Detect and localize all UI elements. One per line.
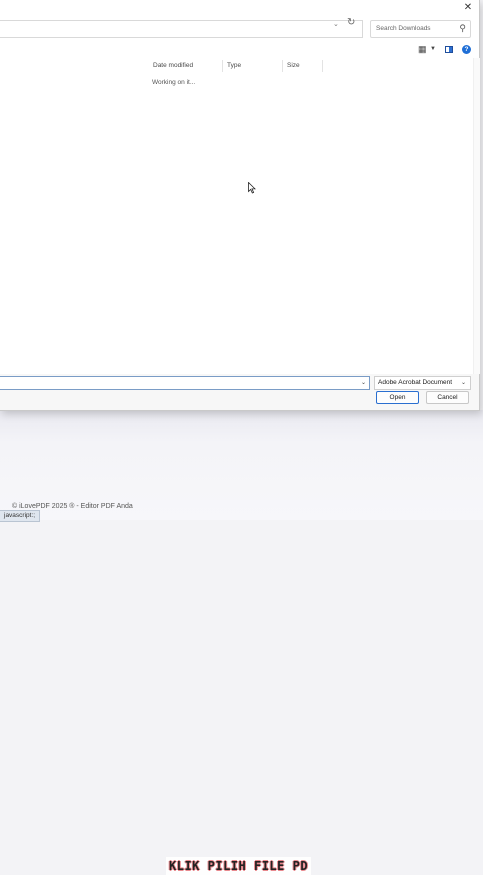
- chevron-down-icon[interactable]: ⌄: [461, 377, 466, 389]
- dialog-titlebar: ✕: [0, 0, 479, 16]
- column-type[interactable]: Type: [227, 61, 241, 73]
- cancel-button[interactable]: Cancel: [426, 391, 469, 404]
- dialog-navbar: ⌄ ↻ Search Downloads ⚲: [0, 16, 479, 43]
- mouse-cursor-icon: [248, 182, 256, 194]
- search-icon[interactable]: ⚲: [459, 23, 466, 34]
- dialog-toolbar: ▦ ▼ ?: [0, 42, 479, 58]
- column-divider[interactable]: [282, 60, 283, 72]
- loading-status: Working on it...: [152, 79, 196, 86]
- file-name-input[interactable]: ⌄: [0, 376, 370, 390]
- file-type-value: Adobe Acrobat Document: [378, 379, 453, 386]
- open-button[interactable]: Open: [376, 391, 419, 404]
- view-options-icon[interactable]: ▦: [418, 44, 427, 55]
- chevron-down-icon[interactable]: ⌄: [361, 379, 366, 386]
- column-date-modified[interactable]: Date modified: [153, 61, 193, 73]
- footer-copyright: © iLovePDF 2025 ® - Editor PDF Anda: [12, 503, 133, 510]
- dialog-footer: ⌄ Adobe Acrobat Document ⌄ Open Cancel: [0, 374, 479, 410]
- help-icon[interactable]: ?: [462, 45, 471, 54]
- column-divider[interactable]: [222, 60, 223, 72]
- search-placeholder: Search Downloads: [376, 25, 431, 32]
- video-caption: KLIK PILIH FILE PD: [166, 857, 312, 875]
- search-field[interactable]: Search Downloads ⚲: [370, 20, 471, 38]
- view-dropdown-icon[interactable]: ▼: [430, 46, 436, 52]
- file-type-select[interactable]: Adobe Acrobat Document ⌄: [374, 376, 471, 390]
- browser-status-url: javascript:;: [0, 510, 41, 522]
- address-dropdown-icon[interactable]: ⌄: [333, 20, 339, 28]
- column-size[interactable]: Size: [287, 61, 300, 73]
- address-bar[interactable]: [0, 20, 363, 38]
- vertical-scrollbar[interactable]: [473, 58, 480, 374]
- file-open-dialog: ✕ ⌄ ↻ Search Downloads ⚲ ▦ ▼ ? Date modi…: [0, 0, 480, 411]
- file-list[interactable]: Date modified Type Size Working on it...: [0, 58, 473, 374]
- refresh-icon[interactable]: ↻: [347, 17, 355, 28]
- close-icon[interactable]: ✕: [461, 1, 475, 15]
- preview-pane-icon[interactable]: [445, 46, 453, 53]
- column-divider[interactable]: [322, 60, 323, 72]
